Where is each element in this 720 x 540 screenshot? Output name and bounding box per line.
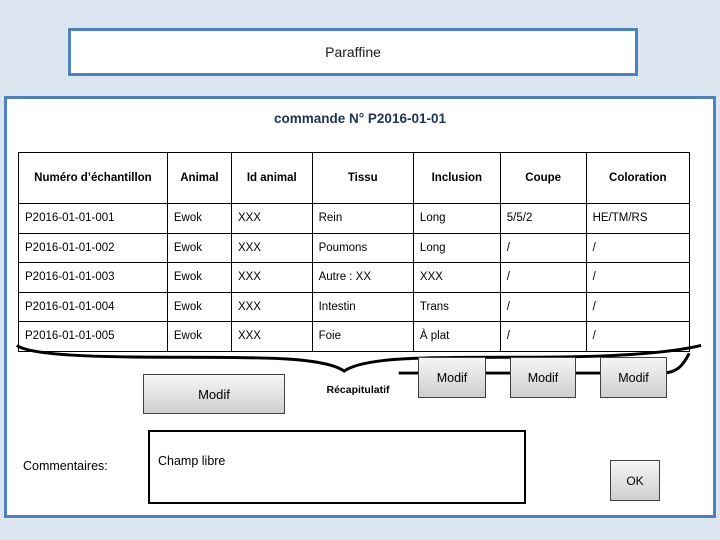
column-header-id-animal: Id animal: [230, 152, 313, 204]
table-row[interactable]: P2016-01-01-002 Ewok XXX Poumons Long / …: [18, 232, 691, 263]
comments-label: Commentaires:: [23, 459, 108, 473]
ok-button-label: OK: [626, 473, 644, 488]
table-row[interactable]: P2016-01-01-003 Ewok XXX Autre : XX XXX …: [18, 262, 691, 293]
comments-input[interactable]: Champ libre: [148, 430, 526, 504]
cell-coupe: /: [499, 232, 587, 263]
modif-button-coloration-label: Modif: [618, 370, 649, 385]
cell-id-animal: XXX: [230, 291, 313, 322]
column-header-tissu: Tissu: [311, 152, 414, 204]
cell-id-animal: XXX: [230, 203, 313, 234]
column-header-coloration: Coloration: [585, 152, 691, 204]
paraffine-title-box: Paraffine: [68, 28, 638, 76]
ok-button[interactable]: OK: [610, 460, 660, 501]
column-header-coupe: Coupe: [499, 152, 587, 204]
cell-animal: Ewok: [166, 321, 232, 352]
cell-coloration: /: [585, 262, 691, 293]
samples-table: Numéro d’échantillon Animal Id animal Ti…: [18, 152, 691, 352]
cell-coloration: /: [585, 291, 691, 322]
modif-button-inclusion[interactable]: Modif: [418, 357, 486, 398]
cell-coloration: /: [585, 321, 691, 352]
paraffine-title-text: Paraffine: [325, 44, 381, 60]
cell-inclusion: Long: [412, 232, 501, 263]
column-header-inclusion: Inclusion: [412, 152, 501, 204]
cell-animal: Ewok: [166, 262, 232, 293]
order-number-title: commande N° P2016-01-01: [274, 111, 446, 126]
modif-button-all[interactable]: Modif: [143, 374, 285, 414]
cell-inclusion: XXX: [412, 262, 501, 293]
column-header-numero: Numéro d’échantillon: [18, 152, 168, 204]
cell-numero: P2016-01-01-004: [18, 291, 168, 322]
cell-coloration: /: [585, 232, 691, 263]
cell-animal: Ewok: [166, 203, 232, 234]
table-row[interactable]: P2016-01-01-001 Ewok XXX Rein Long 5/5/2…: [18, 203, 691, 234]
modif-button-all-label: Modif: [198, 386, 230, 402]
cell-inclusion: Trans: [412, 291, 501, 322]
table-row[interactable]: P2016-01-01-005 Ewok XXX Foie À plat / /: [18, 321, 691, 352]
cell-coupe: /: [499, 262, 587, 293]
cell-inclusion: Long: [412, 203, 501, 234]
cell-animal: Ewok: [166, 291, 232, 322]
cell-tissu: Foie: [311, 321, 414, 352]
modif-button-coupe-label: Modif: [527, 370, 559, 385]
cell-coupe: /: [499, 321, 587, 352]
cell-animal: Ewok: [166, 232, 232, 263]
recapitulatif-label: Récapitulatif: [326, 384, 390, 396]
cell-tissu: Rein: [311, 203, 414, 234]
cell-numero: P2016-01-01-005: [18, 321, 168, 352]
cell-coupe: /: [499, 291, 587, 322]
modif-button-coupe[interactable]: Modif: [510, 357, 576, 398]
modif-button-coloration[interactable]: Modif: [600, 357, 667, 398]
cell-id-animal: XXX: [230, 262, 313, 293]
cell-coupe: 5/5/2: [499, 203, 587, 234]
cell-numero: P2016-01-01-002: [18, 232, 168, 263]
cell-id-animal: XXX: [230, 321, 313, 352]
cell-tissu: Poumons: [311, 232, 414, 263]
column-header-animal: Animal: [166, 152, 232, 204]
cell-tissu: Autre : XX: [311, 262, 414, 293]
cell-tissu: Intestin: [311, 291, 414, 322]
cell-id-animal: XXX: [230, 232, 313, 263]
cell-inclusion: À plat: [412, 321, 501, 352]
cell-numero: P2016-01-01-001: [18, 203, 168, 234]
cell-numero: P2016-01-01-003: [18, 262, 168, 293]
order-main-panel: commande N° P2016-01-01 Numéro d’échanti…: [4, 96, 716, 518]
table-row[interactable]: P2016-01-01-004 Ewok XXX Intestin Trans …: [18, 291, 691, 322]
cell-coloration: HE/TM/RS: [585, 203, 691, 234]
modif-button-inclusion-label: Modif: [436, 370, 468, 385]
table-header-row: Numéro d’échantillon Animal Id animal Ti…: [18, 152, 691, 204]
